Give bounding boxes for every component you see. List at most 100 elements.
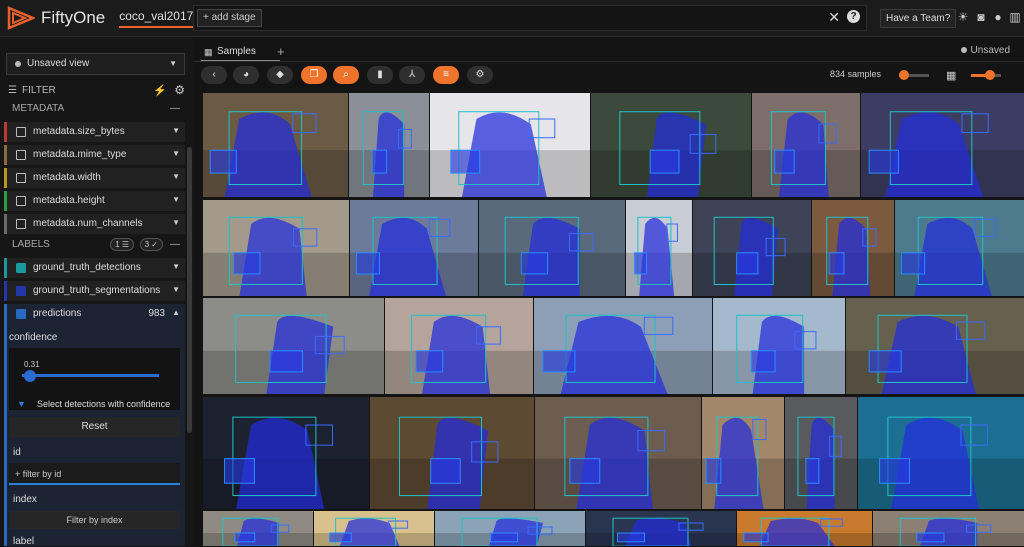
zoom-handle[interactable] [899,70,909,80]
sample-thumbnail[interactable] [752,93,860,197]
gear-icon[interactable]: ⚙ [174,83,185,97]
palette-icon[interactable]: ◕ [233,66,259,84]
reset-button[interactable]: Reset [9,417,180,437]
size-slider[interactable] [971,70,1001,80]
sample-thumbnail[interactable] [591,93,751,197]
sample-thumbnail[interactable] [350,200,478,296]
collapse-icon[interactable]: — [170,236,180,253]
field-checkbox[interactable] [16,173,26,183]
field-checkbox[interactable] [16,219,26,229]
back-icon[interactable]: ‹ [201,66,227,84]
sample-thumbnail[interactable] [314,511,434,546]
sample-thumbnail[interactable] [737,511,872,546]
labels-checked-pill[interactable]: 3 ✓ [139,238,163,251]
chevron-down-icon[interactable]: ▼ [172,262,180,271]
sample-thumbnail[interactable] [534,298,712,394]
sample-thumbnail[interactable] [385,298,533,394]
field-checkbox[interactable] [16,150,26,160]
sidebar-scrollbar[interactable] [187,147,192,433]
sample-thumbnail[interactable] [702,397,784,509]
add-stage-button[interactable]: + add stage [197,9,262,27]
sun-icon[interactable]: ☀ [957,11,969,23]
github-icon[interactable]: ● [992,11,1004,23]
sample-thumbnail[interactable] [626,200,692,296]
lightning-mode-icon[interactable]: ⚡ [153,84,167,97]
sample-thumbnail[interactable] [812,200,894,296]
sample-thumbnail[interactable] [349,93,429,197]
chevron-up-icon[interactable]: ▲ [172,308,180,317]
help-icon[interactable]: ? [847,10,860,23]
chevron-down-icon[interactable]: ▼ [172,126,180,135]
confidence-slider-handle[interactable] [24,370,36,382]
discord-icon[interactable]: ◙ [975,11,987,23]
metadata-field-row[interactable]: metadata.height ▼ [4,191,185,211]
sample-thumbnail[interactable] [693,200,811,296]
main-panel: ▦ Samples + Unsaved ‹ ◕ ◆ ❐ ⌕ ▮ ⅄ ≡ ⚙ 83… [193,37,1024,546]
sample-thumbnail[interactable] [203,93,348,197]
size-handle[interactable] [985,70,995,80]
field-checkbox[interactable] [16,196,26,206]
metadata-field-row[interactable]: metadata.num_channels ▼ [4,214,185,234]
grid-view-icon[interactable]: ▦ [946,69,956,82]
id-filter-input[interactable]: + filter by id [9,463,180,485]
sample-thumbnail[interactable] [586,511,736,546]
sample-thumbnail[interactable] [435,511,585,546]
sample-thumbnail[interactable] [873,511,1024,546]
sample-thumbnail[interactable] [785,397,857,509]
sample-thumbnail[interactable] [203,511,313,546]
sample-thumbnail[interactable] [895,200,1024,296]
confidence-slider-track[interactable] [22,374,159,377]
patches-icon[interactable]: ❐ [301,66,327,84]
labels-section-header[interactable]: LABELS 1 ☰ 3 ✓ — [4,236,185,253]
sample-thumbnail[interactable] [370,397,534,509]
field-checkbox[interactable] [16,286,26,296]
clear-stages-icon[interactable]: ✕ [828,9,840,26]
sample-thumbnail[interactable] [430,93,590,197]
grid-zoom-slider[interactable] [899,70,929,80]
tag-icon[interactable]: ◆ [267,66,293,84]
field-checkbox[interactable] [16,263,26,273]
chevron-down-icon[interactable]: ▼ [172,149,180,158]
sample-thumbnail[interactable] [858,397,1024,509]
sample-thumbnail[interactable] [203,200,349,296]
label-field-row[interactable]: ground_truth_segmentations ▼ [4,281,185,301]
collapse-icon[interactable]: — [170,100,180,117]
sample-thumbnail[interactable] [861,93,1024,197]
metadata-field-row[interactable]: metadata.width ▼ [4,168,185,188]
docs-icon[interactable]: ▥ [1009,11,1021,23]
field-name: metadata.height [33,195,105,206]
bookmark-icon[interactable]: ▮ [367,66,393,84]
sample-thumbnail[interactable] [203,397,369,509]
metadata-field-row[interactable]: metadata.mime_type ▼ [4,145,185,165]
dataset-selector[interactable]: coco_val2017 [119,9,194,28]
sample-thumbnail[interactable] [203,298,384,394]
view-selector[interactable]: Unsaved view ▼ [6,53,185,75]
sample-thumbnail[interactable] [535,397,701,509]
metadata-field-row[interactable]: metadata.size_bytes ▼ [4,122,185,142]
select-detections-option[interactable]: ▼ Select detections with confidence [13,397,178,413]
field-checkbox[interactable] [16,309,26,319]
sidebar: Unsaved view ▼ ☰ FILTER ⚡ ⚙ METADATA — m… [0,37,193,547]
chevron-down-icon[interactable]: ▼ [172,195,180,204]
have-a-team-button[interactable]: Have a Team? [880,9,957,28]
filter-by-index-button[interactable]: Filter by index [9,511,180,529]
field-checkbox[interactable] [16,127,26,137]
sample-thumbnail[interactable] [846,298,1024,394]
gear-icon[interactable]: ⚙ [467,66,493,84]
label-field-row[interactable]: ground_truth_detections ▼ [4,258,185,278]
view-stage-bar[interactable]: + add stage ✕ ? [193,5,867,31]
chevron-down-icon[interactable]: ▼ [172,172,180,181]
metadata-section-header[interactable]: METADATA — [4,100,185,117]
split-icon[interactable]: ⅄ [399,66,425,84]
new-tab-button[interactable]: + [277,43,285,61]
tab-samples[interactable]: ▦ Samples [201,43,280,61]
sample-thumbnail[interactable] [479,200,625,296]
label-field-row[interactable]: predictions 983 ▲ [4,304,185,324]
sample-thumbnail[interactable] [713,298,845,394]
search-icon[interactable]: ⌕ [333,66,359,84]
sample-grid[interactable] [203,93,1024,546]
chevron-down-icon[interactable]: ▼ [172,218,180,227]
list-icon[interactable]: ≡ [433,66,459,84]
labels-filter-pill[interactable]: 1 ☰ [110,238,134,251]
chevron-down-icon[interactable]: ▼ [172,285,180,294]
